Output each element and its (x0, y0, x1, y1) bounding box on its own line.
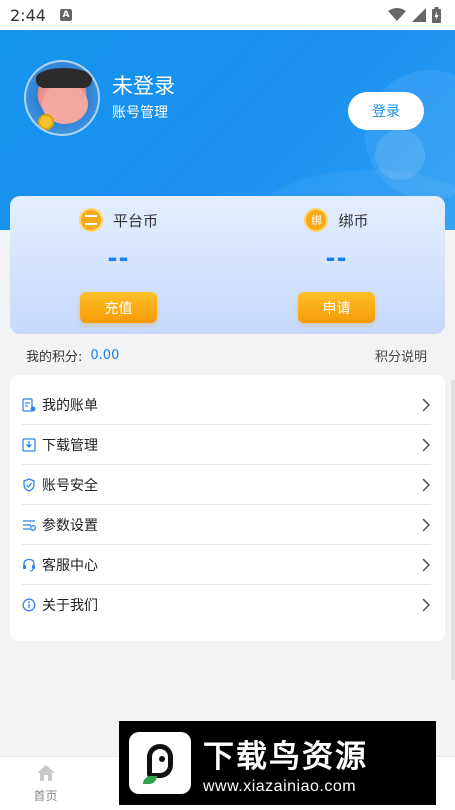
headset-icon (22, 558, 36, 572)
bound-coin-label: 绑币 (338, 211, 369, 230)
bird-logo-icon (129, 732, 191, 794)
platform-coin-value: -- (107, 244, 130, 272)
bound-coin-title: 绑 绑币 (228, 208, 445, 232)
avatar-coin (38, 114, 54, 130)
menu-item-customer-service[interactable]: 客服中心 (10, 545, 445, 585)
menu-item-download-manage[interactable]: 下载管理 (10, 425, 445, 465)
menu-item-account-security[interactable]: 账号安全 (10, 465, 445, 505)
account-manage-link[interactable]: 账号管理 (112, 102, 168, 122)
platform-coin-panel: 平台币 -- 充值 (10, 196, 227, 334)
download-icon (22, 438, 36, 452)
watermark-banner: 下载鸟资源 www.xiazainiao.com (119, 721, 436, 805)
platform-coin-title: 平台币 (10, 208, 227, 232)
points-row: 我的积分: 0.00 积分说明 (0, 340, 455, 370)
chevron-right-icon (422, 398, 431, 412)
bound-coin-value: -- (325, 244, 348, 272)
points-value: 0.00 (90, 347, 120, 363)
wifi-icon (388, 8, 406, 21)
watermark-title: 下载鸟资源 (203, 738, 368, 775)
points-help-link[interactable]: 积分说明 (375, 346, 427, 365)
shield-icon (22, 478, 36, 492)
menu-item-settings[interactable]: 参数设置 (10, 505, 445, 545)
chevron-right-icon (422, 598, 431, 612)
settings-sliders-icon (22, 518, 36, 532)
coin-stack-icon (78, 208, 103, 232)
watermark-url: www.xiazainiao.com (203, 777, 357, 795)
menu-card: 我的账单 下载管理 账号安全 参数设置 客服中心 关于我们 (10, 375, 445, 641)
bill-icon (22, 398, 36, 412)
avatar-hat (36, 68, 92, 88)
bound-coin-icon: 绑 (304, 208, 329, 232)
currency-card: 平台币 -- 充值 绑 绑币 -- 申请 (10, 196, 445, 334)
menu-item-label: 关于我们 (42, 598, 98, 614)
home-icon (36, 765, 55, 781)
notification-badge-icon: A (59, 9, 72, 21)
info-icon (22, 598, 36, 612)
menu-item-label: 我的账单 (42, 398, 98, 414)
recharge-button[interactable]: 充值 (80, 292, 157, 323)
scrollbar[interactable] (451, 380, 455, 680)
chevron-right-icon (422, 558, 431, 572)
platform-coin-label: 平台币 (112, 211, 158, 230)
status-bar: 2:44 A (0, 0, 455, 30)
login-button[interactable]: 登录 (348, 92, 424, 130)
battery-icon (432, 7, 441, 23)
chevron-right-icon (422, 438, 431, 452)
chevron-right-icon (422, 518, 431, 532)
avatar[interactable] (24, 60, 100, 136)
bound-coin-panel: 绑 绑币 -- 申请 (228, 196, 445, 334)
menu-item-label: 参数设置 (42, 518, 98, 534)
signal-icon (412, 8, 426, 22)
menu-item-label: 客服中心 (42, 558, 98, 574)
menu-item-my-bill[interactable]: 我的账单 (10, 385, 445, 425)
menu-item-label: 下载管理 (42, 438, 98, 454)
points-label: 我的积分: (26, 349, 83, 365)
chevron-right-icon (422, 478, 431, 492)
apply-button[interactable]: 申请 (298, 292, 375, 323)
tab-label: 首页 (33, 789, 58, 803)
watermark-text: 下载鸟资源 www.xiazainiao.com (203, 731, 368, 796)
status-time: 2:44 (10, 5, 46, 25)
user-name[interactable]: 未登录 (112, 70, 175, 100)
tab-home[interactable]: 首页 (0, 757, 91, 810)
menu-item-label: 账号安全 (42, 478, 98, 494)
menu-item-about-us[interactable]: 关于我们 (10, 585, 445, 625)
